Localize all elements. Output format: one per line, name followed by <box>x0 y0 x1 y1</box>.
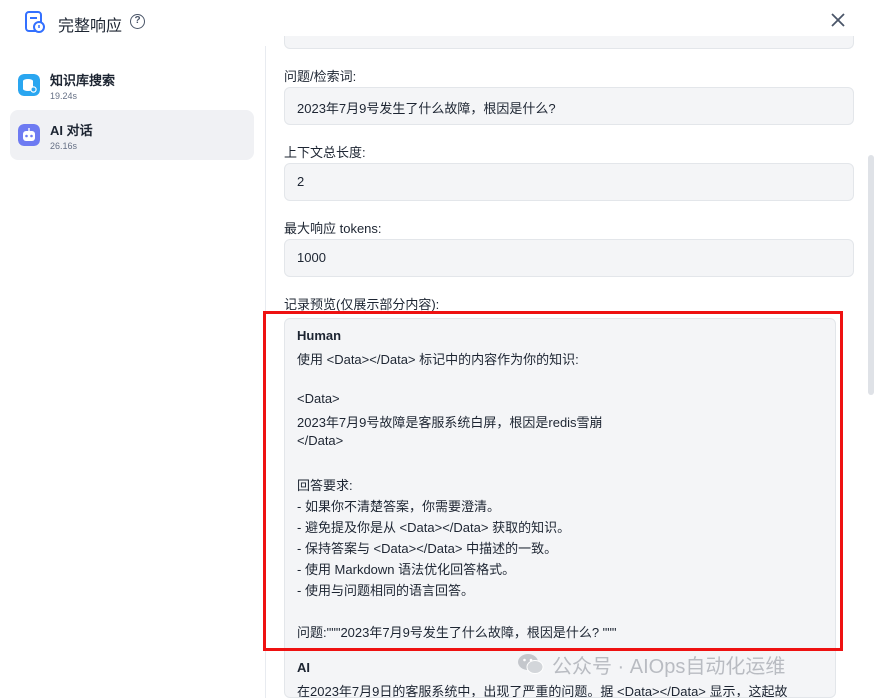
preview-line: 回答要求: <box>297 478 353 493</box>
sidebar-item-time: 19.24s <box>50 91 78 101</box>
sidebar-item-knowledge-search[interactable]: 知识库搜索 19.24s <box>10 60 254 110</box>
ai-response-line: 在2023年7月9日的客服系统中，出现了严重的问题。据 <Data></Data… <box>297 684 788 698</box>
help-icon[interactable]: ? <box>130 14 145 29</box>
robot-icon <box>18 124 40 146</box>
sidebar-item-ai-chat[interactable]: AI 对话 26.16s <box>10 110 254 160</box>
sidebar-item-time: 26.16s <box>50 141 78 151</box>
wechat-icon <box>518 654 544 674</box>
context-length-label: 上下文总长度: <box>284 145 366 160</box>
sidebar-item-label: AI 对话 <box>50 123 93 138</box>
document-clock-icon <box>25 11 45 33</box>
watermark-text: 公众号 · AIOps自动化运维 <box>552 655 786 678</box>
preview-line: 使用 <Data></Data> 标记中的内容作为你的知识: <box>297 352 579 367</box>
database-search-icon <box>18 74 40 96</box>
preview-line: - 避免提及你是从 <Data></Data> 获取的知识。 <box>297 520 571 535</box>
module-sidebar: 知识库搜索 19.24s AI 对话 26.16s <box>0 46 266 698</box>
max-tokens-field: 1000 <box>284 239 854 277</box>
query-field: 2023年7月9号发生了什么故障，根因是什么? <box>284 87 854 125</box>
scrollbar[interactable] <box>868 155 874 395</box>
watermark: 公众号 · AIOps自动化运维 <box>516 650 785 678</box>
preview-line: 问题:"""2023年7月9号发生了什么故障，根因是什么? """ <box>297 625 617 640</box>
preview-line: - 使用 Markdown 语法优化回答格式。 <box>297 562 516 577</box>
human-role-label: Human <box>297 328 342 343</box>
ai-role-label: AI <box>297 660 310 675</box>
preview-line: - 使用与问题相同的语言回答。 <box>297 583 474 598</box>
context-length-field: 2 <box>284 163 854 201</box>
preview-line: </Data> <box>297 433 344 448</box>
max-tokens-label: 最大响应 tokens: <box>284 221 382 236</box>
close-icon[interactable] <box>828 10 848 30</box>
modal-title: 完整响应 <box>58 18 123 35</box>
previous-field-box <box>284 36 854 49</box>
preview-line: <Data> <box>297 391 340 406</box>
preview-line: - 保持答案与 <Data></Data> 中描述的一致。 <box>297 541 558 556</box>
record-preview: Human 使用 <Data></Data> 标记中的内容作为你的知识: <Da… <box>284 318 836 698</box>
preview-label: 记录预览(仅展示部分内容): <box>284 297 440 312</box>
preview-line: - 如果你不清楚答案，你需要澄清。 <box>297 499 500 514</box>
preview-line: 2023年7月9号故障是客服系统白屏，根因是redis雪崩 <box>297 415 603 430</box>
query-label: 问题/检索词: <box>284 69 357 84</box>
sidebar-item-label: 知识库搜索 <box>50 73 116 88</box>
